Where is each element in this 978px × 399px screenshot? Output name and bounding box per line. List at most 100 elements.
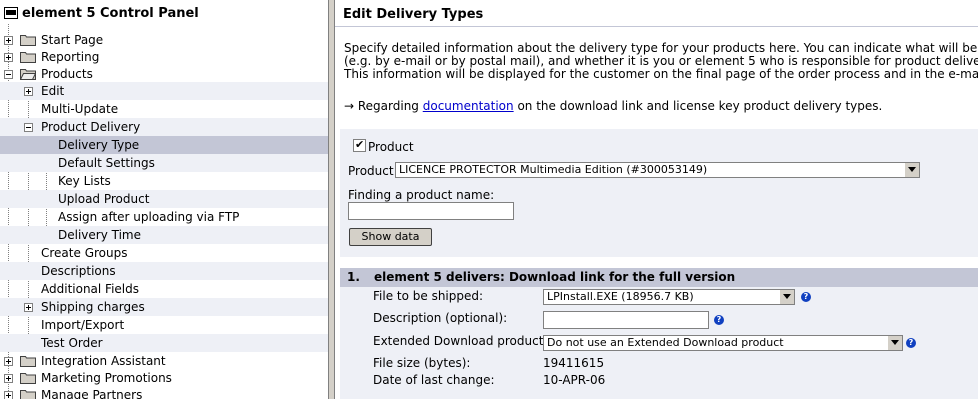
expand-icon[interactable] bbox=[4, 374, 13, 383]
product-name-search-input[interactable] bbox=[348, 202, 514, 220]
page-title: Edit Delivery Types bbox=[343, 7, 484, 22]
tree-item-product-delivery[interactable]: Product Delivery bbox=[0, 118, 328, 136]
tree-item-label: Marketing Promotions bbox=[41, 371, 172, 385]
expand-icon[interactable] bbox=[4, 391, 13, 399]
tree-item-edit[interactable]: Edit bbox=[0, 82, 328, 100]
tree-item-shipping-charges[interactable]: Shipping charges bbox=[0, 298, 328, 316]
expand-icon[interactable] bbox=[4, 53, 13, 62]
extended-download-select[interactable]: Do not use an Extended Download product bbox=[543, 335, 903, 351]
tree-item-key-lists[interactable]: Key Lists bbox=[0, 172, 328, 190]
tree-item-upload-product[interactable]: Upload Product bbox=[0, 190, 328, 208]
section-number: 1. bbox=[347, 270, 360, 284]
folder-icon bbox=[20, 52, 36, 63]
collapse-icon[interactable] bbox=[4, 70, 13, 79]
tree-item-label: Import/Export bbox=[41, 318, 125, 332]
help-icon[interactable]: ? bbox=[906, 338, 916, 348]
tree-item-additional-fields[interactable]: Additional Fields bbox=[0, 280, 328, 298]
tree-item-default-settings[interactable]: Default Settings bbox=[0, 154, 328, 172]
collapse-icon[interactable] bbox=[24, 123, 33, 132]
finding-product-label: Finding a product name: bbox=[348, 188, 495, 202]
tree-item-label: Delivery Time bbox=[58, 228, 141, 242]
tree-item-products[interactable]: Products bbox=[0, 65, 328, 83]
chevron-down-icon[interactable] bbox=[779, 290, 794, 304]
documentation-link[interactable]: documentation bbox=[423, 99, 514, 113]
tree-item-label: Integration Assistant bbox=[41, 354, 166, 368]
tree-item-label: Assign after uploading via FTP bbox=[58, 210, 240, 224]
control-panel-icon bbox=[4, 7, 18, 19]
tree-item-multi-update[interactable]: Multi-Update bbox=[0, 100, 328, 118]
expand-icon[interactable] bbox=[4, 357, 13, 366]
folder-icon bbox=[20, 35, 36, 46]
tree-item-delivery-time[interactable]: Delivery Time bbox=[0, 226, 328, 244]
control-panel-title: element 5 Control Panel bbox=[22, 6, 199, 21]
control-panel-tree: element 5 Control Panel Start Page Repor… bbox=[0, 0, 328, 399]
tree-item-label: Reporting bbox=[41, 50, 100, 64]
folder-icon bbox=[20, 356, 36, 367]
main-content: Edit Delivery Types Specify detailed inf… bbox=[335, 0, 978, 399]
expand-icon[interactable] bbox=[24, 303, 33, 312]
tree-item-label: Upload Product bbox=[58, 192, 150, 206]
tree-item-delivery-type[interactable]: Delivery Type bbox=[0, 136, 328, 154]
tree-item-label: Additional Fields bbox=[41, 282, 140, 296]
tree-item-test-order[interactable]: Test Order bbox=[0, 334, 328, 352]
check-icon: ✔ bbox=[355, 138, 365, 151]
description-input[interactable] bbox=[543, 311, 709, 329]
tree-item-label: Multi-Update bbox=[41, 102, 119, 116]
last-change-value: 10-APR-06 bbox=[543, 373, 606, 387]
intro-text-line2: (e.g. by e-mail or by postal mail), and … bbox=[344, 54, 978, 68]
extended-download-label: Extended Download product: bbox=[373, 334, 548, 348]
chevron-down-icon[interactable] bbox=[887, 336, 902, 350]
tree-item-label: Shipping charges bbox=[41, 300, 145, 314]
tree-item-label: Key Lists bbox=[58, 174, 111, 188]
open-folder-icon bbox=[20, 69, 36, 80]
product-select[interactable]: LICENCE PROTECTOR Multimedia Edition (#3… bbox=[395, 162, 920, 178]
tree-item-descriptions[interactable]: Descriptions bbox=[0, 262, 328, 280]
tree-item-label: Create Groups bbox=[41, 246, 128, 260]
product-checkbox-label: Product bbox=[368, 140, 414, 154]
tree-item-label: Products bbox=[41, 67, 93, 81]
panel-splitter[interactable] bbox=[328, 0, 335, 399]
extended-select-value: Do not use an Extended Download product bbox=[547, 336, 784, 349]
file-to-ship-select[interactable]: LPInstall.EXE (18956.7 KB) bbox=[543, 289, 795, 305]
tree-item-reporting[interactable]: Reporting bbox=[0, 48, 328, 66]
help-icon[interactable]: ? bbox=[801, 292, 811, 302]
title-divider bbox=[335, 26, 978, 27]
file-size-value: 19411615 bbox=[543, 356, 605, 370]
product-label: Product bbox=[348, 164, 394, 178]
tree-item-label: Delivery Type bbox=[58, 138, 140, 152]
tree-item-manage-partners[interactable]: Manage Partners bbox=[0, 386, 328, 399]
file-to-ship-label: File to be shipped: bbox=[373, 289, 484, 303]
tree-item-assign-ftp[interactable]: Assign after uploading via FTP bbox=[0, 208, 328, 226]
tree-item-label: Test Order bbox=[41, 336, 103, 350]
regarding-prefix: → Regarding bbox=[344, 99, 423, 113]
tree-item-import-export[interactable]: Import/Export bbox=[0, 316, 328, 334]
tree-item-create-groups[interactable]: Create Groups bbox=[0, 244, 328, 262]
intro-text-line1: Specify detailed information about the d… bbox=[344, 41, 978, 55]
show-data-button[interactable]: Show data bbox=[349, 228, 432, 246]
expand-icon[interactable] bbox=[4, 36, 13, 45]
section-header: 1. element 5 delivers: Download link for… bbox=[340, 268, 978, 287]
last-change-label: Date of last change: bbox=[373, 373, 495, 387]
folder-icon bbox=[20, 390, 36, 399]
tree-item-label: Default Settings bbox=[58, 156, 155, 170]
tree-item-label: Descriptions bbox=[41, 264, 116, 278]
intro-text-line3: This information will be displayed for t… bbox=[344, 67, 978, 81]
chevron-down-icon[interactable] bbox=[904, 163, 919, 177]
tree-item-marketing-promotions[interactable]: Marketing Promotions bbox=[0, 369, 328, 387]
folder-icon bbox=[20, 373, 36, 384]
tree-item-integration-assistant[interactable]: Integration Assistant bbox=[0, 352, 328, 370]
expand-icon[interactable] bbox=[24, 87, 33, 96]
tree-item-label: Manage Partners bbox=[41, 388, 143, 399]
file-select-value: LPInstall.EXE (18956.7 KB) bbox=[547, 290, 694, 303]
tree-item-label: Start Page bbox=[41, 33, 104, 47]
regarding-suffix: on the download link and license key pro… bbox=[513, 99, 883, 113]
product-checkbox[interactable]: ✔ bbox=[353, 138, 366, 152]
description-label: Description (optional): bbox=[373, 311, 508, 325]
regarding-line: → Regarding documentation on the downloa… bbox=[344, 99, 882, 113]
tree-item-label: Product Delivery bbox=[41, 120, 141, 134]
help-icon[interactable]: ? bbox=[714, 315, 724, 325]
section-title: element 5 delivers: Download link for th… bbox=[374, 270, 736, 284]
product-select-value: LICENCE PROTECTOR Multimedia Edition (#3… bbox=[399, 163, 708, 176]
tree-item-start-page[interactable]: Start Page bbox=[0, 31, 328, 49]
file-size-label: File size (bytes): bbox=[373, 356, 471, 370]
